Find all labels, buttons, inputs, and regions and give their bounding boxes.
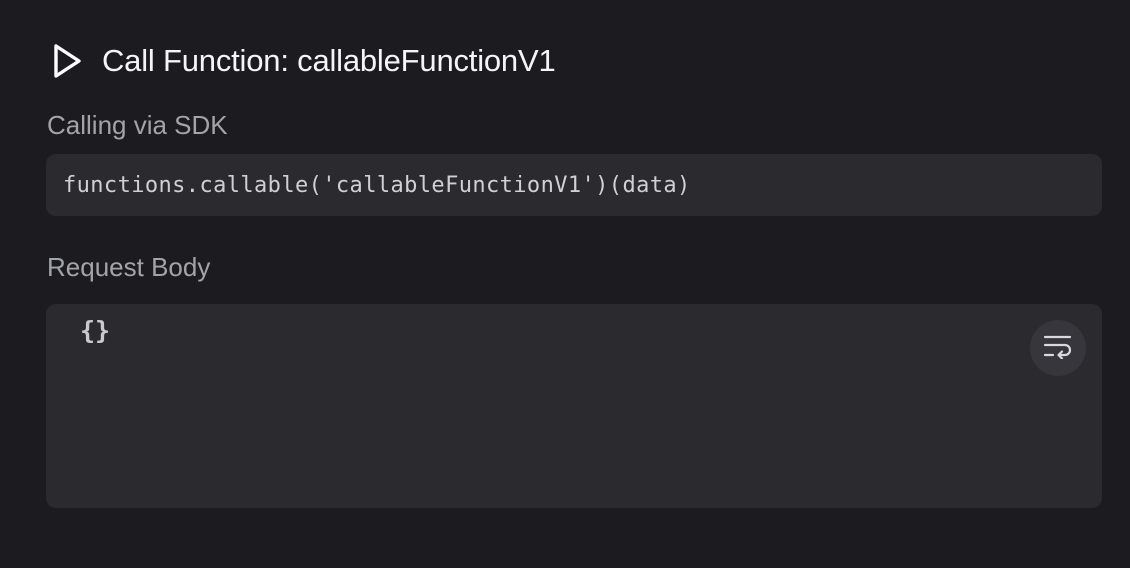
sdk-code-block: functions.callable('callableFunctionV1')… (46, 154, 1102, 216)
request-body-editor[interactable]: {} (46, 304, 1102, 508)
sdk-code-text: functions.callable('callableFunctionV1')… (63, 172, 691, 198)
panel-header: Call Function: callableFunctionV1 (50, 40, 556, 82)
word-wrap-button[interactable] (1030, 320, 1086, 376)
request-body-text[interactable]: {} (80, 316, 110, 345)
word-wrap-icon (1043, 333, 1073, 364)
page-title: Call Function: callableFunctionV1 (102, 43, 556, 78)
sdk-section-label: Calling via SDK (47, 110, 228, 140)
call-function-panel: Call Function: callableFunctionV1 Callin… (0, 0, 1130, 568)
play-icon (50, 42, 84, 80)
request-body-label: Request Body (47, 252, 211, 282)
